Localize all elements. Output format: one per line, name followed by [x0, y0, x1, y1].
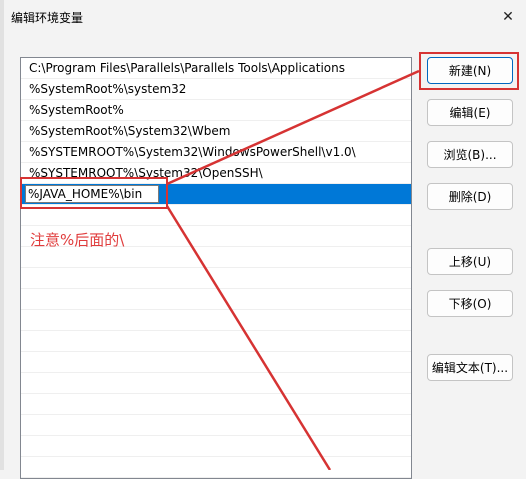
annotation-line-down [165, 205, 332, 470]
annotation-note: 注意%后面的\ [30, 231, 125, 249]
annotation-line-to-new-button [166, 69, 420, 186]
